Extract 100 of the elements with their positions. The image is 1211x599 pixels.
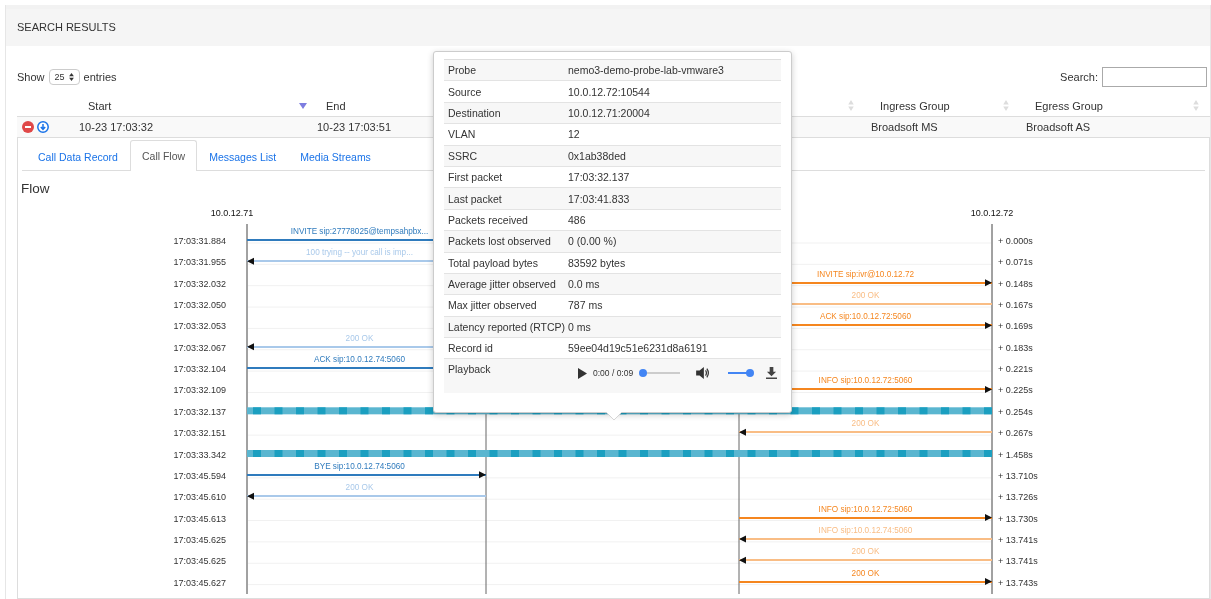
flow-heading: Flow — [21, 181, 50, 198]
field-label: Last packet — [447, 192, 503, 205]
offset-label: + 13.730s — [998, 513, 1038, 524]
host-label: 10.0.12.72 — [970, 208, 1014, 218]
message-label: 200 OK — [345, 333, 374, 343]
field-label: Record id — [447, 342, 494, 355]
host-label: 10.0.12.71 — [210, 208, 254, 218]
offset-label: + 13.743s — [998, 577, 1038, 588]
offset-label: + 0.071s — [998, 257, 1033, 268]
search-field[interactable] — [1102, 67, 1207, 87]
message-label: ACK sip:10.0.12.74:5060 — [314, 355, 405, 365]
offset-label: + 0.254s — [998, 406, 1033, 417]
table-cell-text: 10-23 17:03:32 — [78, 121, 154, 133]
time-label: 17:03:45.610 — [173, 492, 226, 503]
field-value: 10.0.12.71:20004 — [568, 106, 650, 119]
message-label: ACK sip:10.0.12.72:5060 — [820, 312, 911, 322]
slider-thumb[interactable] — [746, 369, 755, 378]
download-icon[interactable] — [766, 367, 778, 380]
volume-icon[interactable] — [696, 367, 711, 380]
message-label: INVITE sip:ivr@10.0.12.72 — [816, 269, 915, 279]
time-label: 17:03:31.955 — [173, 257, 226, 268]
play-icon[interactable] — [578, 367, 587, 379]
time-label: 17:03:32.032 — [173, 278, 226, 289]
time-label: 17:03:33.342 — [173, 449, 226, 460]
field-label: Playback — [447, 363, 492, 376]
volume-slider[interactable] — [728, 372, 751, 375]
field-value: 0 ms — [568, 320, 591, 333]
message-label: 200 OK — [851, 291, 880, 301]
offset-label: + 13.710s — [998, 470, 1038, 481]
field-label: Total payload bytes — [447, 256, 539, 269]
offset-label: + 0.267s — [998, 428, 1033, 439]
field-label: First packet — [447, 171, 504, 184]
field-value: 12 — [568, 128, 580, 141]
time-label: 17:03:45.627 — [173, 577, 226, 588]
time-label: 17:03:32.151 — [173, 428, 226, 439]
field-value: 17:03:41.833 — [568, 192, 630, 205]
message-label: 200 OK — [851, 419, 880, 429]
time-label: 17:03:45.625 — [173, 556, 226, 567]
time-label: 17:03:45.594 — [173, 470, 226, 481]
message-label: 200 OK — [345, 483, 374, 493]
offset-label: + 13.726s — [998, 492, 1038, 503]
message-label: BYE sip:10.0.12.74:5060 — [314, 461, 405, 471]
message-label: INFO sip:10.0.12.72:5060 — [818, 376, 913, 386]
search-label: Search: — [1060, 71, 1098, 83]
offset-label: + 0.225s — [998, 385, 1033, 396]
field-label: SSRC — [447, 149, 479, 162]
time-label: 17:03:32.109 — [173, 385, 226, 396]
field-value: 787 ms — [568, 299, 603, 312]
field-label: Probe — [447, 64, 478, 77]
message-label: 200 OK — [851, 568, 880, 578]
offset-label: + 1.458s — [998, 449, 1033, 460]
entries-label: entries — [83, 71, 117, 83]
playback-time: 0:00 / 0:09 — [593, 368, 634, 379]
slider-thumb[interactable] — [639, 369, 648, 378]
message-label: INFO sip:10.0.12.74:5060 — [818, 525, 913, 535]
offset-label: + 0.169s — [998, 321, 1033, 332]
field-label: Average jitter observed — [447, 278, 557, 291]
time-label: 17:03:32.067 — [173, 342, 226, 353]
field-label: Latency reported (RTCP) — [447, 320, 567, 333]
remove-icon[interactable] — [22, 121, 34, 133]
download-icon[interactable] — [37, 121, 49, 133]
field-value: 59ee04d19c51e6231d8a6191 — [568, 342, 708, 355]
time-label: 17:03:32.104 — [173, 364, 226, 375]
offset-label: + 0.148s — [998, 278, 1033, 289]
tab[interactable]: Call Data Record — [26, 141, 130, 171]
field-value: 0x1ab38ded — [568, 149, 626, 162]
field-label: Packets received — [447, 213, 529, 226]
time-label: 17:03:32.137 — [173, 406, 226, 417]
field-value: 17:03:32.137 — [568, 171, 630, 184]
field-label: VLAN — [447, 128, 477, 141]
panel-title: SEARCH RESULTS — [6, 5, 1210, 46]
show-label: Show — [17, 71, 45, 83]
table-cell-text: Broadsoft AS — [1025, 121, 1092, 133]
tab[interactable]: Media Streams — [288, 141, 383, 171]
entries-select[interactable]: 25 — [48, 69, 80, 85]
offset-label: + 13.741s — [998, 534, 1038, 545]
field-label: Packets lost observed — [447, 235, 552, 248]
time-label: 17:03:32.053 — [173, 321, 226, 332]
field-value: 83592 bytes — [568, 256, 626, 269]
message-label: 100 trying -- your call is imp... — [306, 248, 413, 258]
tab[interactable]: Messages List — [197, 141, 289, 171]
offset-label: + 0.221s — [998, 364, 1033, 375]
column-header[interactable]: End — [326, 99, 346, 112]
message-label: INFO sip:10.0.12.72:5060 — [818, 504, 913, 514]
field-label: Source — [447, 85, 483, 98]
offset-label: + 0.183s — [998, 342, 1033, 353]
offset-label: + 13.741s — [998, 556, 1038, 567]
field-value: nemo3-demo-probe-lab-vmware3 — [568, 64, 724, 77]
column-header[interactable]: Start — [88, 99, 112, 112]
field-value: 10.0.12.72:10544 — [568, 85, 650, 98]
time-label: 17:03:45.613 — [173, 513, 226, 524]
time-label: 17:03:31.884 — [173, 236, 226, 246]
column-header[interactable]: Egress Group — [1035, 99, 1103, 112]
tab[interactable]: Call Flow — [129, 140, 198, 171]
message-label: 200 OK — [851, 547, 880, 557]
field-value: 0.0 ms — [568, 278, 600, 291]
column-header[interactable]: Ingress Group — [880, 99, 950, 112]
table-cell-text: Broadsoft MS — [870, 121, 939, 133]
offset-label: + 0.000s — [998, 236, 1033, 246]
field-label: Max jitter observed — [447, 299, 538, 312]
